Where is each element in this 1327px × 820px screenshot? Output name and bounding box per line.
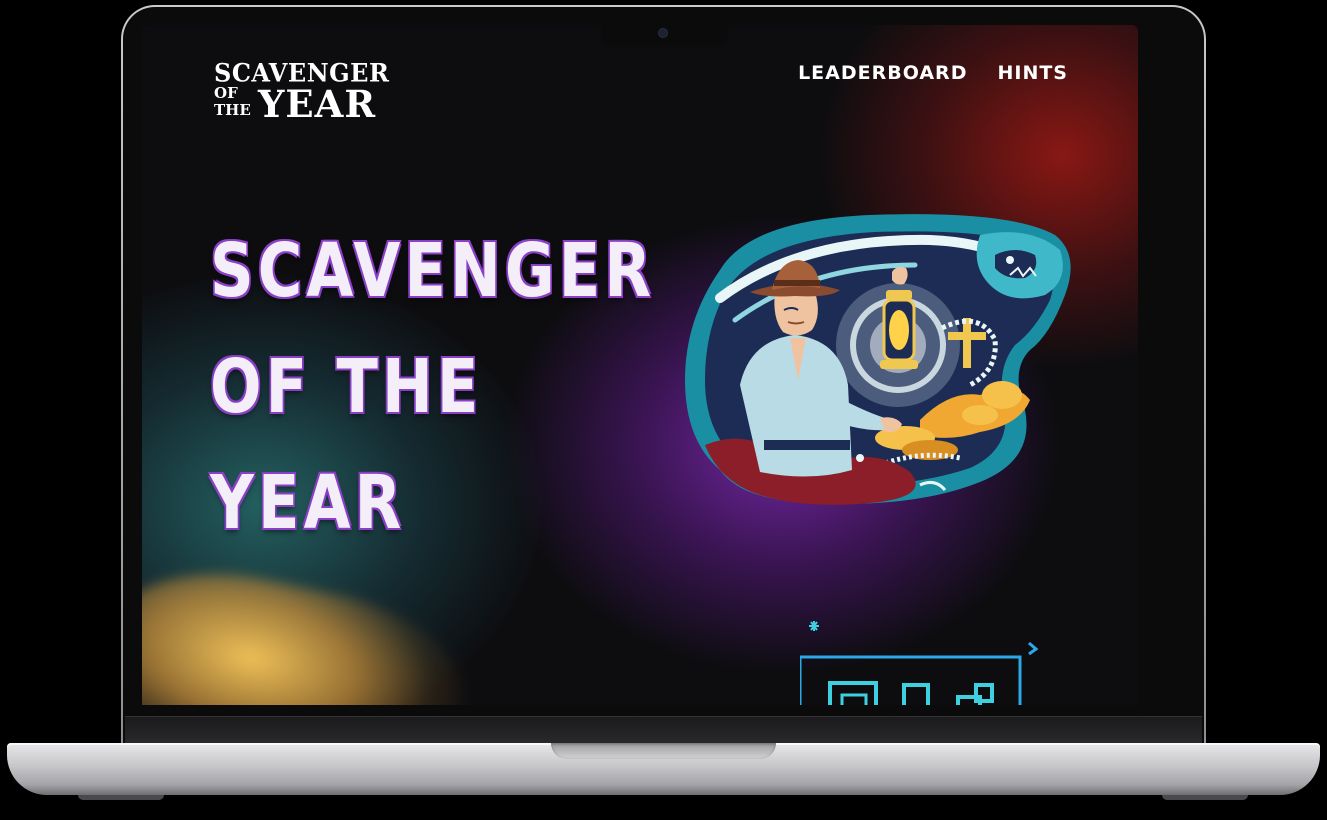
website-screen: SCAVENGER OF THE YEAR LEADERBOARD HINTS … xyxy=(142,25,1138,705)
hero-title: SCAVENGER OF THE YEAR xyxy=(210,213,656,561)
laptop-bezel: SCAVENGER OF THE YEAR LEADERBOARD HINTS … xyxy=(123,7,1204,748)
laptop-foot-right xyxy=(1162,795,1248,800)
nav-link-leaderboard[interactable]: LEADERBOARD xyxy=(798,62,967,84)
explorer-with-lantern-illustration xyxy=(685,214,1071,505)
nav-link-hints[interactable]: HINTS xyxy=(997,62,1068,84)
hero-title-line-2: OF THE xyxy=(210,344,483,430)
logo-word-year: YEAR xyxy=(258,82,377,126)
lower-bezel xyxy=(125,716,1202,746)
hero-title-line-1: SCAVENGER xyxy=(210,228,656,314)
site-logo[interactable]: SCAVENGER OF THE YEAR xyxy=(214,60,394,127)
hero-title-line-3: YEAR xyxy=(210,460,406,546)
camera-icon xyxy=(659,29,667,37)
laptop-lid: SCAVENGER OF THE YEAR LEADERBOARD HINTS … xyxy=(121,5,1206,750)
laptop-foot-left xyxy=(78,795,164,800)
puzzle-blocks-icon xyxy=(800,621,1039,705)
logo-word-the: THE xyxy=(214,101,251,119)
laptop-base xyxy=(7,743,1320,795)
camera-notch xyxy=(601,25,728,47)
trackpad-notch xyxy=(551,743,776,759)
logo-word-of: OF xyxy=(214,84,238,102)
main-nav: LEADERBOARD HINTS xyxy=(798,62,1068,84)
